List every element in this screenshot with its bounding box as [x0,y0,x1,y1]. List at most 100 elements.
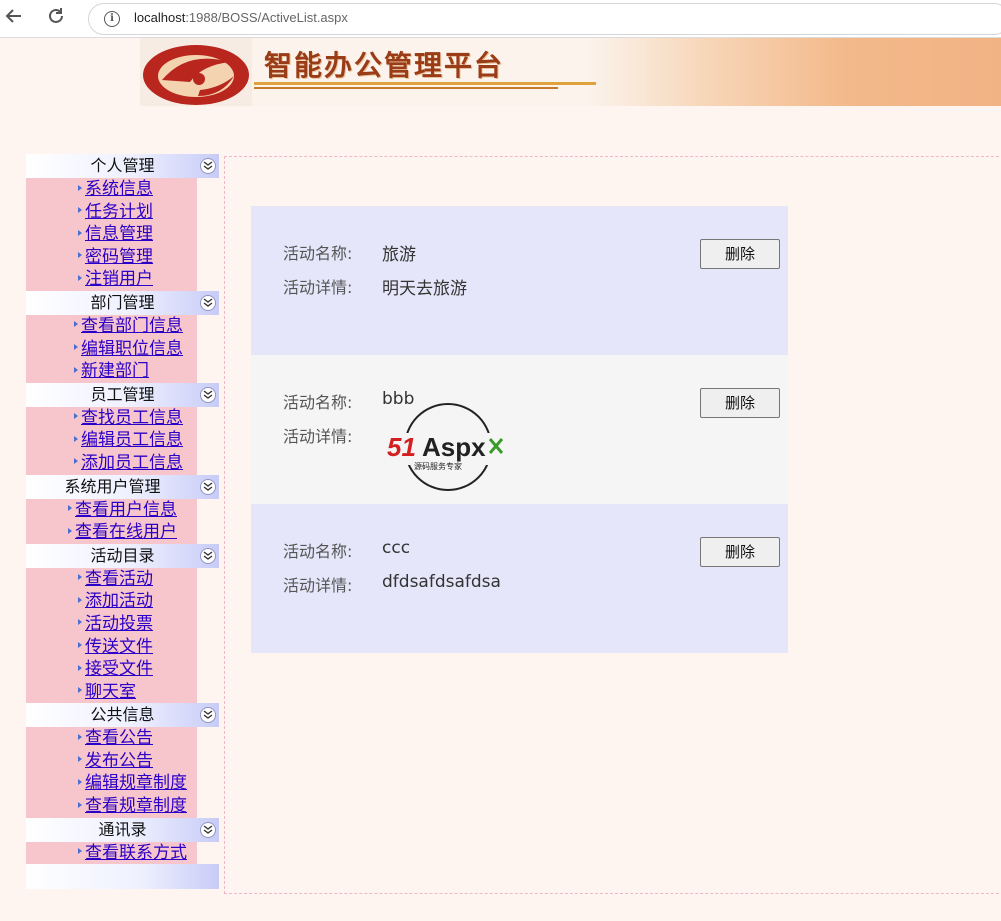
menu-link[interactable]: 查看活动 [85,569,153,589]
sidebar-item-view-dept[interactable]: 查看部门信息 [26,315,197,338]
delete-button[interactable]: 删除 [700,537,780,567]
menu-link[interactable]: 添加员工信息 [81,453,183,473]
bullet-icon [74,321,78,328]
menu-link[interactable]: 查看部门信息 [81,316,183,336]
sidebar-section-employee[interactable]: 员工管理 [26,382,219,407]
activity-detail-image: 51 Aspx 源码服务专家 [382,401,512,493]
sidebar-item-task-plan[interactable]: 任务计划 [26,201,197,224]
bullet-icon [78,687,82,694]
menu-link[interactable]: 新建部门 [81,361,149,381]
sidebar-section-contacts[interactable]: 通讯录 [26,817,219,842]
bullet-icon [74,458,78,465]
sidebar-section-public-info[interactable]: 公共信息 [26,703,219,728]
sidebar-item-edit-position[interactable]: 编辑职位信息 [26,338,197,361]
bullet-icon [74,435,78,442]
section-title: 通讯录 [98,819,147,839]
activity-name: ccc [382,538,411,558]
sidebar-item-view-users[interactable]: 查看用户信息 [26,499,197,522]
menu-link[interactable]: 传送文件 [85,637,153,657]
bullet-icon [78,184,82,191]
menu-link[interactable]: 查看公告 [85,728,153,748]
menu-link[interactable]: 密码管理 [85,247,153,267]
bullet-icon [78,596,82,603]
menu-link[interactable]: 编辑员工信息 [81,430,183,450]
sidebar-item-online-users[interactable]: 查看在线用户 [26,521,197,544]
delete-button[interactable]: 删除 [700,388,780,418]
sidebar-item-send-file[interactable]: 传送文件 [26,636,197,659]
banner-underline-secondary [254,87,558,89]
section-title: 员工管理 [90,384,155,404]
sidebar-footer [26,864,219,890]
activity-detail-label: 活动详情: [283,278,353,297]
info-icon[interactable]: i [104,11,120,27]
bullet-icon [78,252,82,259]
sidebar-section-activities[interactable]: 活动目录 [26,543,219,568]
reload-icon[interactable] [44,6,68,30]
activity-detail: dfdsafdsafdsa [382,572,501,592]
chevron-double-down-icon[interactable] [200,386,216,403]
address-bar[interactable]: i localhost:1988/BOSS/ActiveList.aspx [88,3,1001,35]
menu-link[interactable]: 查看在线用户 [75,522,177,542]
chevron-double-down-icon[interactable] [200,478,216,495]
sidebar-item-info-manage[interactable]: 信息管理 [26,223,197,246]
sidebar-item-logout[interactable]: 注销用户 [26,268,197,291]
sidebar-item-post-notice[interactable]: 发布公告 [26,750,197,773]
sidebar-items-public-info: 查看公告 发布公告 编辑规章制度 查看规章制度 [26,727,197,818]
menu-link[interactable]: 系统信息 [85,179,153,199]
menu-link[interactable]: 查看规章制度 [85,796,187,816]
sidebar-items-department: 查看部门信息 编辑职位信息 新建部门 [26,314,197,383]
chevron-double-down-icon[interactable] [200,158,216,174]
menu-link[interactable]: 活动投票 [85,614,153,634]
chevron-double-down-icon[interactable] [200,821,216,838]
menu-link[interactable]: 注销用户 [85,269,153,289]
sidebar-item-edit-employee[interactable]: 编辑员工信息 [26,429,197,452]
svg-text:源码服务专家: 源码服务专家 [414,461,462,471]
activity-name-label: 活动名称: [283,393,353,412]
bullet-icon [78,733,82,740]
back-arrow-icon[interactable] [2,6,26,30]
sidebar-item-add-employee[interactable]: 添加员工信息 [26,452,197,475]
header-banner: 智能办公管理平台 [140,38,1001,106]
activity-name: 旅游 [382,245,416,265]
sidebar-item-view-rules[interactable]: 查看规章制度 [26,795,197,818]
menu-link[interactable]: 查找员工信息 [81,408,183,428]
bullet-icon [78,274,82,281]
banner-underline [254,82,596,85]
sidebar-item-add-activity[interactable]: 添加活动 [26,590,197,613]
sidebar-item-new-dept[interactable]: 新建部门 [26,360,197,383]
sidebar-item-view-contacts[interactable]: 查看联系方式 [26,842,197,865]
sidebar-menu: 个人管理 系统信息 任务计划 信息管理 密码管理 注销用户 部门管理 查看部门信… [26,154,219,897]
sidebar-item-view-notice[interactable]: 查看公告 [26,727,197,750]
chevron-double-down-icon[interactable] [200,547,216,564]
menu-link[interactable]: 聊天室 [85,682,136,702]
sidebar-item-system-info[interactable]: 系统信息 [26,178,197,201]
sidebar-item-chat[interactable]: 聊天室 [26,681,197,704]
sidebar-item-password[interactable]: 密码管理 [26,246,197,269]
menu-link[interactable]: 添加活动 [85,591,153,611]
sidebar-section-department[interactable]: 部门管理 [26,290,219,315]
bullet-icon [78,642,82,648]
activity-detail-label: 活动详情: [283,576,353,595]
menu-link[interactable]: 发布公告 [85,751,153,771]
chevron-double-down-icon[interactable] [200,294,216,311]
sidebar-item-vote[interactable]: 活动投票 [26,613,197,636]
menu-link[interactable]: 信息管理 [85,224,153,244]
activity-detail-label: 活动详情: [283,427,353,446]
svg-text:51: 51 [387,432,416,462]
menu-link[interactable]: 查看联系方式 [85,843,187,863]
delete-button[interactable]: 删除 [700,239,780,269]
sidebar-section-personal[interactable]: 个人管理 [26,154,219,178]
sidebar-item-edit-rules[interactable]: 编辑规章制度 [26,772,197,795]
sidebar-item-find-employee[interactable]: 查找员工信息 [26,407,197,430]
sidebar-item-view-activity[interactable]: 查看活动 [26,568,197,591]
menu-link[interactable]: 编辑规章制度 [85,773,187,793]
menu-link[interactable]: 接受文件 [85,659,153,679]
sidebar-section-system-users[interactable]: 系统用户管理 [26,474,219,499]
bullet-icon [68,505,72,512]
menu-link[interactable]: 编辑职位信息 [81,339,183,359]
sidebar-item-receive-file[interactable]: 接受文件 [26,658,197,681]
bullet-icon [78,848,82,855]
menu-link[interactable]: 任务计划 [85,202,153,222]
activity-card: 活动名称: bbb 活动详情: 51 Aspx 源码服务专家 删除 [251,355,788,504]
menu-link[interactable]: 查看用户信息 [75,500,177,520]
